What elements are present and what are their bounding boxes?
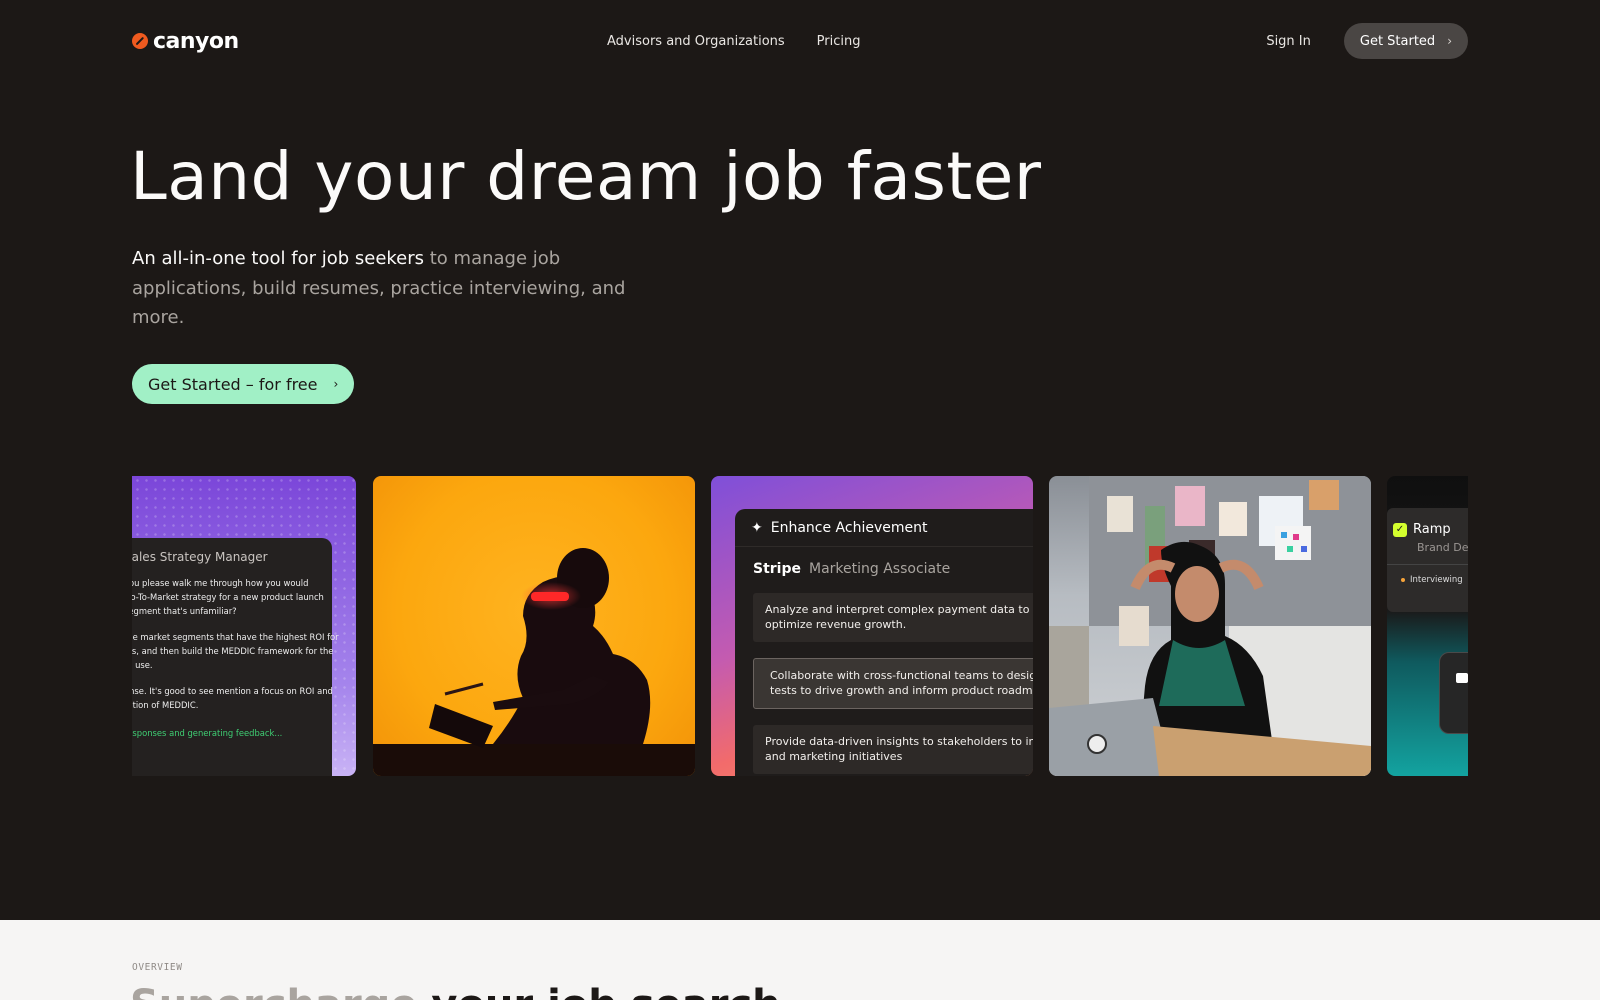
office-photo-card [1049,476,1371,776]
overview-heading: Supercharge your job search [130,982,781,1000]
nav-link-advisors[interactable]: Advisors and Organizations [607,34,785,49]
sign-in-link[interactable]: Sign In [1266,34,1311,49]
cta-label: Get Started – for free [148,374,318,394]
achievement-title: Enhance Achievement [770,519,928,536]
silhouette-illustration [373,548,695,776]
logo-text: canyon [153,28,239,54]
achievement-header: ✦ Enhance Achievement [735,509,1033,547]
get-started-free-button[interactable]: Get Started – for free › [132,364,355,404]
overview-heading-rest: your job search [417,982,780,1000]
overview-section: OVERVIEW Supercharge your job search [0,920,1600,1000]
office-illustration [1049,476,1371,776]
hero-title: Land your dream job faster [130,138,1042,215]
ramp-row: ✓ Ramp [1393,522,1468,537]
job-tracker-card: ✓ Ramp Brand Desi Interviewing [1387,476,1468,776]
chevron-right-icon: › [1447,34,1452,48]
enhance-achievement-card: ✦ Enhance Achievement Stripe Marketing As… [711,476,1033,776]
achievement-bullet-selected[interactable]: Collaborate with cross-functional teams … [753,658,1033,709]
overview-label: OVERVIEW [132,962,183,973]
ramp-job-tile[interactable]: ✓ Ramp Brand Desi Interviewing [1387,508,1468,612]
ramp-logo-icon: ✓ [1393,522,1407,537]
logo-icon [132,33,148,49]
job-position: Marketing Associate [809,561,951,577]
company-name: Stripe [753,561,801,577]
achievement-bullet[interactable]: Provide data-driven insights to stakehol… [753,725,1033,774]
hero-subtitle: An all-in-one tool for job seekers to ma… [132,244,652,333]
hero-subtitle-highlight: An all-in-one tool for job seekers [132,248,425,269]
ramp-role: Brand Desi [1417,541,1468,554]
get-started-button[interactable]: Get Started › [1343,23,1468,59]
interview-role: Sales Strategy Manager [132,550,268,564]
interview-feedback: onse. It's good to see mention a focus o… [132,686,333,710]
canyon-logo[interactable]: canyon [132,29,239,54]
job-line: Stripe Marketing Associate [735,547,1033,577]
achievement-bullet[interactable]: Analyze and interpret complex payment da… [753,593,1033,642]
interview-question: you please walk me through how you would… [132,578,324,616]
ramp-status-text: Interviewing [1410,575,1463,585]
get-started-label: Get Started [1359,33,1436,49]
floating-logo-tile [1439,652,1468,734]
chevron-right-icon: › [333,377,339,391]
ramp-status: Interviewing [1393,575,1468,585]
interview-status: responses and generating feedback... [132,728,283,738]
interview-answer: the market segments that have the highes… [132,632,339,670]
divider [1387,564,1468,565]
nav-actions: Sign In Get Started › [1266,23,1468,59]
portrait-image-card [373,476,695,776]
nav-link-pricing[interactable]: Pricing [817,34,861,49]
overview-heading-muted: Supercharge [130,982,417,1000]
nav-links: Advisors and Organizations Pricing [607,34,861,49]
sparkle-icon: ✦ [751,519,763,536]
achievement-panel: ✦ Enhance Achievement Stripe Marketing As… [735,509,1033,776]
feature-carousel[interactable]: Sales Strategy Manager you please walk m… [132,476,1468,776]
brand-logo-icon [1456,673,1468,683]
ramp-company: Ramp [1413,522,1451,537]
interview-practice-card: Sales Strategy Manager you please walk m… [132,476,356,776]
status-dot-icon [1401,578,1405,582]
top-nav: canyon Advisors and Organizations Pricin… [132,22,1468,60]
interview-panel: Sales Strategy Manager you please walk m… [132,538,339,776]
